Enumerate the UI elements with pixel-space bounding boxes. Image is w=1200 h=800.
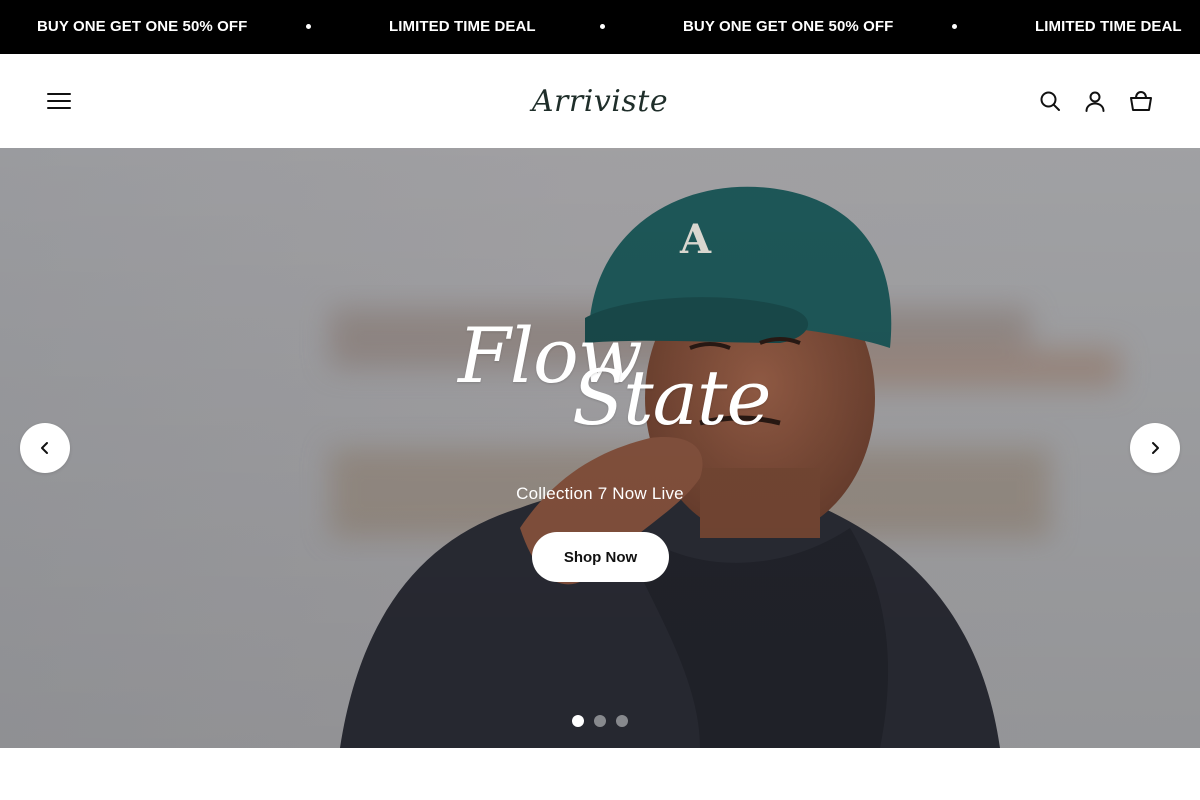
announcement-item: BUY ONE GET ONE 50% OFF [37, 18, 248, 35]
separator-dot [306, 24, 311, 29]
next-slide-button[interactable] [1130, 423, 1180, 473]
announcement-item: LIMITED TIME DEAL [389, 18, 536, 35]
shop-now-button[interactable]: Shop Now [532, 532, 669, 582]
hero-banner: A Flow State Collection 7 Now Live Shop … [0, 148, 1200, 748]
hero-subtitle: Collection 7 Now Live [516, 484, 684, 503]
announcement-item: BUY ONE GET ONE 50% OFF [683, 18, 894, 35]
menu-button[interactable] [44, 87, 74, 115]
hamburger-menu-icon [47, 93, 71, 109]
brand-logo[interactable]: Arriviste [500, 82, 700, 122]
announcement-bar: BUY ONE GET ONE 50% OFF LIMITED TIME DEA… [0, 0, 1200, 54]
site-header: Arriviste [0, 54, 1200, 148]
cart-button[interactable] [1127, 87, 1155, 115]
separator-dot [952, 24, 957, 29]
search-button[interactable] [1036, 87, 1064, 115]
hero-title-line2: State [572, 353, 771, 442]
shopping-basket-icon [1130, 90, 1152, 111]
slide-dot-2[interactable] [594, 715, 606, 727]
hero-title: Flow State [400, 318, 800, 458]
chevron-right-icon [1152, 442, 1159, 454]
separator-dot [600, 24, 605, 29]
slide-dot-3[interactable] [616, 715, 628, 727]
announcement-item: LIMITED TIME DEAL [1035, 18, 1182, 35]
search-icon [1040, 91, 1060, 111]
user-account-icon [1085, 91, 1105, 112]
chevron-left-icon [41, 442, 48, 454]
previous-slide-button[interactable] [20, 423, 70, 473]
slide-dot-1[interactable] [572, 715, 584, 727]
account-button[interactable] [1081, 87, 1109, 115]
slide-pagination [566, 715, 634, 729]
